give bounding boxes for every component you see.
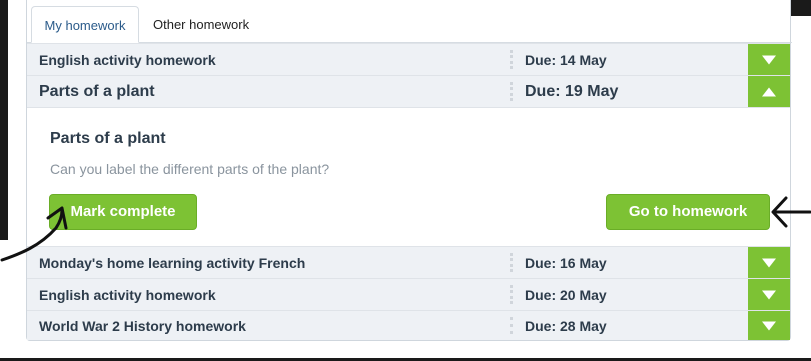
annotation-arrow-right	[771, 196, 811, 228]
due-date: Due: 19 May	[525, 83, 619, 100]
details-description: Can you label the different parts of the…	[50, 161, 330, 177]
row-separator	[510, 317, 513, 334]
expand-toggle-button[interactable]	[748, 247, 790, 278]
due-date: Due: 16 May	[525, 255, 607, 271]
homework-row-expanded[interactable]: Parts of a plant Due: 19 May	[27, 75, 790, 107]
expand-toggle-button[interactable]	[748, 311, 790, 340]
row-separator	[510, 253, 513, 272]
chevron-down-icon	[762, 55, 776, 64]
chevron-up-icon	[762, 87, 776, 96]
homework-title: Parts of a plant	[39, 83, 155, 100]
due-date: Due: 20 May	[525, 287, 607, 303]
row-separator	[510, 285, 513, 304]
row-separator	[510, 82, 513, 101]
homework-row[interactable]: Monday's home learning activity French D…	[27, 246, 790, 278]
homework-row[interactable]: English activity homework Due: 14 May	[27, 43, 790, 75]
homework-panel: My homework Other homework English activ…	[26, 0, 792, 341]
go-to-homework-button[interactable]: Go to homework	[606, 194, 770, 230]
homework-title: English activity homework	[39, 52, 216, 68]
chevron-down-icon	[762, 258, 776, 267]
homework-tabs: My homework Other homework	[27, 0, 792, 43]
chevron-down-icon	[762, 321, 776, 330]
row-separator	[510, 50, 513, 69]
homework-title: World War 2 History homework	[39, 318, 246, 334]
annotation-arrow-left	[0, 206, 68, 262]
expand-toggle-button[interactable]	[748, 279, 790, 310]
homework-details: Parts of a plant Can you label the diffe…	[27, 107, 790, 247]
homework-row[interactable]: English activity homework Due: 20 May	[27, 278, 790, 310]
due-date: Due: 14 May	[525, 52, 607, 68]
homework-row[interactable]: World War 2 History homework Due: 28 May	[27, 310, 790, 340]
chevron-down-icon	[762, 290, 776, 299]
collapse-toggle-button[interactable]	[748, 76, 790, 107]
details-title: Parts of a plant	[50, 130, 166, 147]
expand-toggle-button[interactable]	[748, 44, 790, 75]
homework-title: English activity homework	[39, 287, 216, 303]
tab-other-homework[interactable]: Other homework	[141, 6, 261, 43]
tab-my-homework[interactable]: My homework	[31, 6, 139, 43]
due-date: Due: 28 May	[525, 318, 607, 334]
